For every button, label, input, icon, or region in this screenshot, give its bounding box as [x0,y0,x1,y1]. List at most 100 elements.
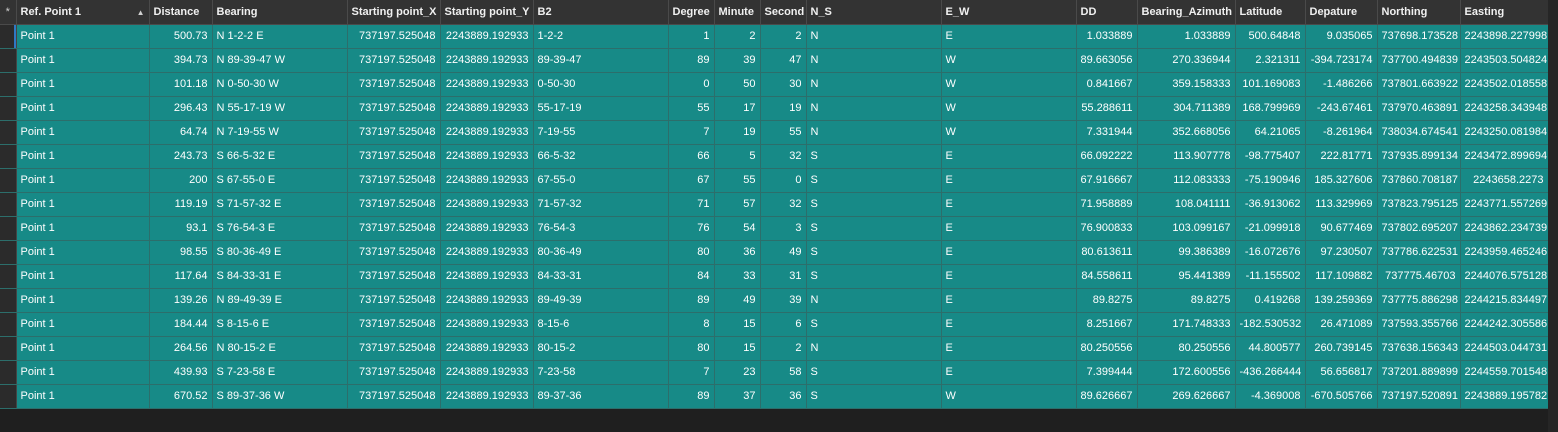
cell-ref[interactable]: Point 1 [16,240,150,265]
cell-minute[interactable]: 55 [714,168,761,193]
cell-easting[interactable]: 2243250.081984 [1460,120,1549,145]
cell-northing[interactable]: 737197.520891 [1377,384,1461,409]
cell-sx[interactable]: 737197.525048 [347,240,441,265]
cell-ew[interactable]: E [941,336,1077,361]
cell-minute[interactable]: 39 [714,48,761,73]
cell-lat[interactable]: -36.913062 [1235,192,1306,217]
cell-distance[interactable]: 64.74 [149,120,213,145]
cell-northing[interactable]: 737801.663922 [1377,72,1461,97]
cell-lat[interactable]: -11.155502 [1235,264,1306,289]
cell-lat[interactable]: 168.799969 [1235,96,1306,121]
cell-bearing[interactable]: S 67-55-0 E [212,168,348,193]
cell-degree[interactable]: 80 [668,240,715,265]
cell-second[interactable]: 36 [760,384,807,409]
cell-az[interactable]: 1.033889 [1137,24,1236,49]
row-selector[interactable] [0,168,17,193]
cell-ref[interactable]: Point 1 [16,168,150,193]
cell-northing[interactable]: 737700.494839 [1377,48,1461,73]
cell-dd[interactable]: 7.399444 [1076,360,1138,385]
cell-distance[interactable]: 101.18 [149,72,213,97]
cell-dd[interactable]: 80.250556 [1076,336,1138,361]
cell-sx[interactable]: 737197.525048 [347,120,441,145]
cell-b2[interactable]: 89-37-36 [533,384,669,409]
table-row[interactable]: Point 1 243.73 S 66-5-32 E 737197.525048 224… [0,144,1549,169]
cell-bearing[interactable]: S 7-23-58 E [212,360,348,385]
cell-ns[interactable]: S [806,144,942,169]
column-header-northing[interactable]: Northing [1377,0,1461,25]
cell-dep[interactable]: 56.656817 [1305,360,1378,385]
cell-bearing[interactable]: N 55-17-19 W [212,96,348,121]
cell-sy[interactable]: 2243889.192933 [440,288,534,313]
table-row[interactable]: Point 1 98.55 S 80-36-49 E 737197.525048 224… [0,240,1549,265]
cell-lat[interactable]: -16.072676 [1235,240,1306,265]
cell-bearing[interactable]: S 80-36-49 E [212,240,348,265]
cell-distance[interactable]: 184.44 [149,312,213,337]
cell-ref[interactable]: Point 1 [16,144,150,169]
cell-b2[interactable]: 7-19-55 [533,120,669,145]
cell-easting[interactable]: 2243889.195782 [1460,384,1549,409]
cell-degree[interactable]: 71 [668,192,715,217]
cell-ns[interactable]: N [806,336,942,361]
cell-ns[interactable]: S [806,168,942,193]
cell-az[interactable]: 95.441389 [1137,264,1236,289]
row-selector[interactable] [0,216,17,241]
cell-lat[interactable]: 0.419268 [1235,288,1306,313]
cell-easting[interactable]: 2244076.575128 [1460,264,1549,289]
row-selector[interactable] [0,144,17,169]
cell-lat[interactable]: 101.169083 [1235,72,1306,97]
cell-dd[interactable]: 0.841667 [1076,72,1138,97]
cell-degree[interactable]: 8 [668,312,715,337]
cell-second[interactable]: 30 [760,72,807,97]
cell-easting[interactable]: 2243862.234739 [1460,216,1549,241]
cell-az[interactable]: 304.711389 [1137,96,1236,121]
cell-dep[interactable]: -1.486266 [1305,72,1378,97]
cell-ew[interactable]: E [941,192,1077,217]
cell-easting[interactable]: 2244242.305586 [1460,312,1549,337]
cell-distance[interactable]: 200 [149,168,213,193]
column-header-distance[interactable]: Distance [149,0,213,25]
cell-distance[interactable]: 500.73 [149,24,213,49]
cell-sx[interactable]: 737197.525048 [347,216,441,241]
cell-bearing[interactable]: S 84-33-31 E [212,264,348,289]
table-row[interactable]: Point 1 296.43 N 55-17-19 W 737197.525048 22… [0,96,1549,121]
cell-sy[interactable]: 2243889.192933 [440,192,534,217]
cell-northing[interactable]: 738034.674541 [1377,120,1461,145]
cell-minute[interactable]: 17 [714,96,761,121]
cell-ns[interactable]: N [806,96,942,121]
cell-sx[interactable]: 737197.525048 [347,24,441,49]
cell-minute[interactable]: 15 [714,312,761,337]
cell-second[interactable]: 2 [760,336,807,361]
cell-minute[interactable]: 5 [714,144,761,169]
cell-ew[interactable]: E [941,240,1077,265]
cell-bearing[interactable]: N 1-2-2 E [212,24,348,49]
cell-sx[interactable]: 737197.525048 [347,48,441,73]
cell-sx[interactable]: 737197.525048 [347,96,441,121]
column-header-sy[interactable]: Starting point_Y [440,0,534,25]
cell-sy[interactable]: 2243889.192933 [440,48,534,73]
row-selector[interactable] [0,96,17,121]
table-row[interactable]: Point 1 139.26 N 89-49-39 E 737197.525048 22… [0,288,1549,313]
cell-lat[interactable]: 2.321311 [1235,48,1306,73]
cell-b2[interactable]: 76-54-3 [533,216,669,241]
table-row[interactable]: Point 1 93.1 S 76-54-3 E 737197.525048 22438… [0,216,1549,241]
row-selector[interactable] [0,24,17,49]
cell-dep[interactable]: 9.035065 [1305,24,1378,49]
cell-sx[interactable]: 737197.525048 [347,168,441,193]
cell-degree[interactable]: 84 [668,264,715,289]
cell-easting[interactable]: 2244503.044731 [1460,336,1549,361]
cell-minute[interactable]: 23 [714,360,761,385]
cell-ew[interactable]: E [941,360,1077,385]
cell-sy[interactable]: 2243889.192933 [440,336,534,361]
row-selector[interactable] [0,288,17,313]
cell-second[interactable]: 6 [760,312,807,337]
cell-b2[interactable]: 89-49-39 [533,288,669,313]
cell-ew[interactable]: E [941,288,1077,313]
cell-easting[interactable]: 2243502.018558 [1460,72,1549,97]
cell-b2[interactable]: 89-39-47 [533,48,669,73]
cell-second[interactable]: 49 [760,240,807,265]
cell-distance[interactable]: 670.52 [149,384,213,409]
cell-az[interactable]: 359.158333 [1137,72,1236,97]
cell-northing[interactable]: 737786.622531 [1377,240,1461,265]
cell-ns[interactable]: S [806,360,942,385]
cell-second[interactable]: 32 [760,144,807,169]
